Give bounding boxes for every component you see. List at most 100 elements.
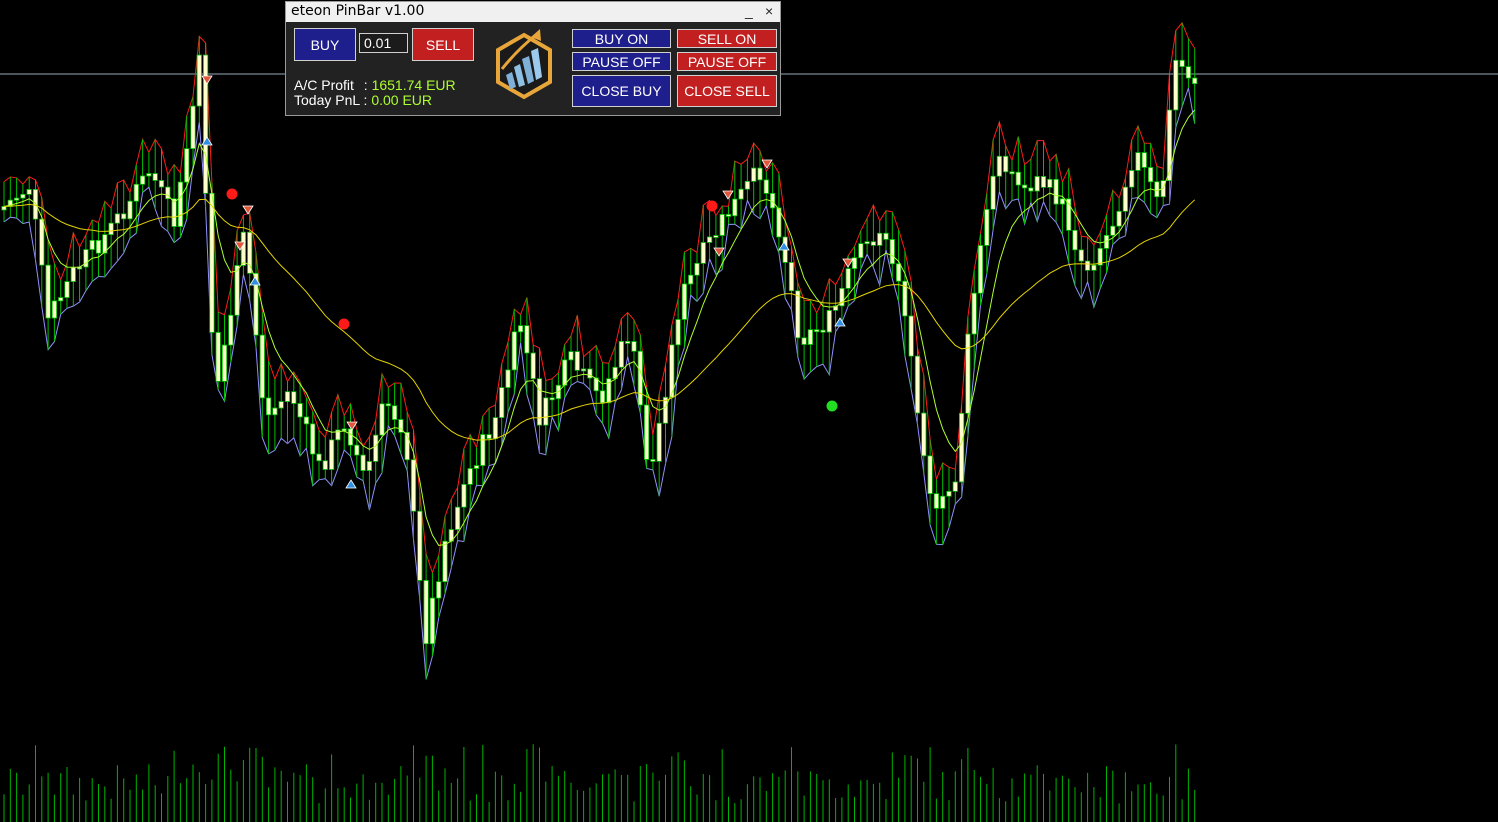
candle-body: [688, 274, 694, 285]
candle-body: [644, 404, 650, 460]
candle-body: [360, 454, 366, 471]
candle-body: [562, 359, 568, 386]
today-pnl-label: Today PnL: [294, 92, 360, 108]
candle-body: [581, 368, 587, 372]
candle-body: [272, 407, 278, 416]
candle-body: [965, 333, 971, 414]
candle-body: [977, 245, 984, 294]
candle-body: [719, 214, 725, 236]
candle-body: [442, 540, 448, 583]
candle-body: [20, 193, 26, 199]
candle-body: [637, 350, 643, 406]
candle-body: [1185, 66, 1191, 79]
candle-body: [1053, 178, 1059, 205]
candle-body: [51, 300, 58, 319]
candle-body: [1059, 198, 1065, 205]
candle-body: [247, 231, 253, 274]
candle-body: [1, 206, 7, 211]
up-arrow-icon: [345, 479, 357, 489]
candle-body: [1034, 176, 1040, 192]
candle-body: [990, 175, 996, 210]
pause-buy-button[interactable]: PAUSE OFF: [572, 52, 671, 71]
candle-body: [64, 281, 70, 298]
close-buy-button[interactable]: CLOSE BUY: [572, 75, 671, 107]
pause-sell-button[interactable]: PAUSE OFF: [677, 52, 777, 71]
candle-body: [707, 236, 713, 243]
candle-body: [946, 490, 952, 497]
down-arrow-icon: [242, 205, 254, 215]
candle-body: [95, 239, 102, 254]
candle-body: [454, 506, 461, 530]
candle-body: [1110, 225, 1116, 236]
price-chart[interactable]: [0, 0, 1498, 822]
candle-body: [908, 315, 914, 357]
candle-body: [284, 391, 291, 402]
candle-body: [45, 264, 51, 319]
slow-ma-line: [3, 198, 1196, 441]
candle-body: [297, 403, 303, 418]
candle-body: [152, 173, 158, 181]
volume-histogram: [3, 744, 1196, 822]
candle-body: [385, 403, 391, 407]
candle-body: [599, 390, 606, 404]
candle-body: [940, 495, 946, 509]
panel-title: eteon PinBar v1.00: [291, 3, 425, 19]
account-profit-row: A/C Profit : 1651.74 EUR: [294, 77, 456, 93]
close-icon[interactable]: ×: [765, 3, 773, 19]
minimize-icon[interactable]: _: [745, 3, 753, 19]
candle-body: [373, 434, 379, 462]
candle-body: [70, 266, 76, 282]
candle-body: [631, 341, 637, 352]
candle-body: [574, 351, 580, 371]
candle-body: [732, 198, 738, 217]
sell-button[interactable]: SELL: [412, 28, 474, 61]
lot-size-input[interactable]: [359, 33, 408, 53]
candle-body: [1192, 77, 1198, 85]
candle-body: [89, 239, 95, 250]
sell-on-button[interactable]: SELL ON: [677, 29, 777, 48]
candle-body: [310, 423, 316, 455]
candle-body: [278, 401, 284, 409]
candle-body: [807, 329, 814, 345]
candle-body: [889, 239, 895, 265]
candle-body: [757, 167, 763, 181]
buy-button[interactable]: BUY: [294, 28, 356, 61]
candle-body: [568, 351, 574, 361]
candle-body: [543, 397, 549, 426]
candle-body: [801, 337, 807, 345]
candle-body: [549, 397, 555, 401]
candle-body: [39, 218, 45, 266]
candle-body: [26, 189, 32, 195]
signal-dot-icon: [706, 200, 718, 212]
candle-body: [486, 434, 492, 440]
candle-body: [492, 417, 499, 440]
candle-body: [171, 198, 177, 227]
candle-body: [234, 265, 240, 316]
candle-body: [675, 319, 681, 346]
signal-dot-icon: [826, 400, 838, 412]
candle-body: [410, 459, 417, 512]
candle-body: [795, 290, 801, 339]
candle-body: [347, 428, 354, 446]
candle-body: [814, 329, 820, 333]
candle-body: [1148, 167, 1154, 183]
close-sell-button[interactable]: CLOSE SELL: [677, 75, 777, 107]
candle-body: [921, 412, 927, 457]
candle-body: [328, 439, 335, 470]
signal-dot-icon: [226, 188, 238, 200]
candle-body: [499, 387, 505, 418]
candle-body: [58, 297, 64, 302]
candle-body: [391, 405, 398, 420]
candle-body: [1022, 184, 1028, 189]
candle-body: [1179, 59, 1185, 68]
candle-body: [316, 453, 322, 462]
today-pnl-separator: :: [363, 92, 368, 108]
panel-title-bar[interactable]: eteon PinBar v1.00 _ ×: [286, 2, 780, 22]
candle-body: [177, 181, 183, 227]
buy-on-button[interactable]: BUY ON: [572, 29, 671, 48]
candle-body: [650, 459, 656, 462]
candle-body: [505, 369, 511, 388]
candle-body: [681, 283, 688, 320]
candle-body: [108, 222, 114, 235]
candle-body: [700, 242, 706, 264]
